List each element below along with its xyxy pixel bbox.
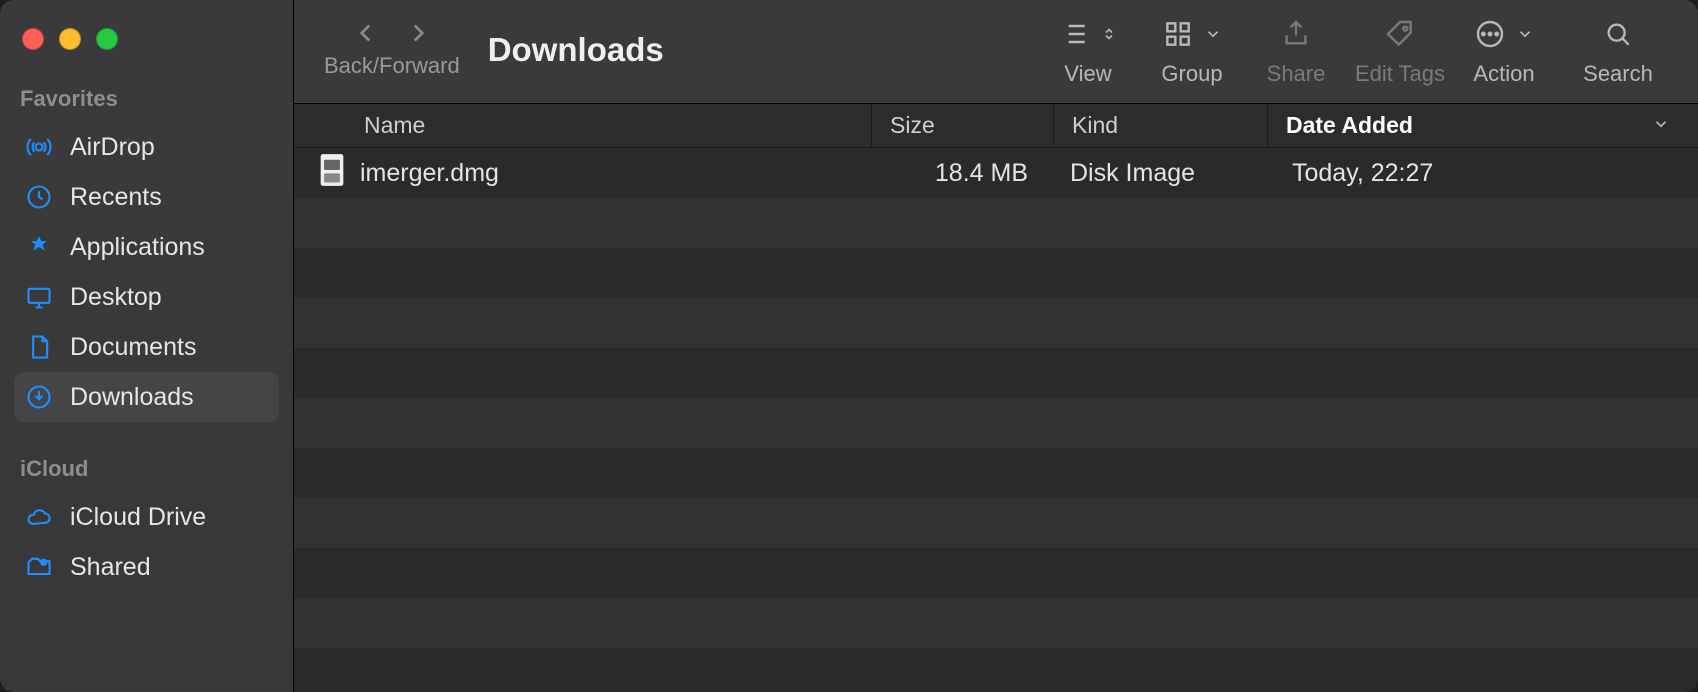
shared-icon (24, 552, 54, 582)
sidebar-item-recents[interactable]: Recents (14, 172, 279, 222)
column-header-label: Name (364, 112, 425, 139)
empty-row (294, 648, 1698, 692)
action-button[interactable]: Action (1454, 8, 1554, 87)
sidebar-section-icloud: iCloud iCloud Drive Shared (14, 448, 279, 592)
sidebar: Favorites AirDrop Recents Applications (0, 0, 294, 692)
group-button[interactable]: Group (1142, 8, 1242, 87)
toolbar: Back/Forward Downloads View Group (294, 0, 1698, 104)
column-header-label: Kind (1072, 112, 1118, 139)
sidebar-item-label: Downloads (70, 383, 194, 412)
group-label: Group (1161, 61, 1222, 87)
grid-icon (1162, 18, 1194, 55)
tag-icon (1384, 18, 1416, 55)
sidebar-item-label: Shared (70, 553, 151, 582)
dmg-file-icon (314, 153, 360, 194)
document-icon (24, 332, 54, 362)
action-label: Action (1473, 61, 1534, 87)
cloud-icon (24, 502, 54, 532)
updown-icon (1100, 25, 1118, 48)
empty-row (294, 298, 1698, 348)
column-header-size[interactable]: Size (872, 104, 1054, 147)
file-list: imerger.dmg 18.4 MB Disk Image Today, 22… (294, 148, 1698, 692)
file-size: 18.4 MB (935, 159, 1028, 188)
forward-button[interactable] (405, 20, 431, 51)
list-view-icon (1058, 18, 1090, 55)
chevron-down-icon (1652, 112, 1670, 139)
sidebar-item-shared[interactable]: Shared (14, 542, 279, 592)
chevron-down-icon (1516, 25, 1534, 48)
empty-row (294, 198, 1698, 248)
sidebar-item-label: Recents (70, 183, 162, 212)
file-name: imerger.dmg (360, 159, 499, 188)
close-window-button[interactable] (22, 28, 44, 50)
main-pane: Back/Forward Downloads View Group (294, 0, 1698, 692)
file-row[interactable]: imerger.dmg 18.4 MB Disk Image Today, 22… (294, 148, 1698, 198)
empty-row (294, 348, 1698, 398)
sidebar-item-documents[interactable]: Documents (14, 322, 279, 372)
sidebar-section-label: iCloud (20, 456, 279, 482)
empty-row (294, 498, 1698, 548)
sidebar-item-label: Desktop (70, 283, 162, 312)
empty-row (294, 248, 1698, 298)
sidebar-item-label: Documents (70, 333, 196, 362)
action-icon (1474, 18, 1506, 55)
sidebar-item-desktop[interactable]: Desktop (14, 272, 279, 322)
column-header-label: Date Added (1286, 112, 1413, 139)
view-label: View (1064, 61, 1111, 87)
search-label: Search (1583, 61, 1653, 87)
sidebar-item-label: AirDrop (70, 133, 155, 162)
edit-tags-button[interactable]: Edit Tags (1350, 8, 1450, 87)
nav-back-forward: Back/Forward (324, 8, 460, 79)
nav-label: Back/Forward (324, 53, 460, 79)
empty-row (294, 398, 1698, 448)
sidebar-item-label: Applications (70, 233, 205, 262)
edit-tags-label: Edit Tags (1355, 61, 1445, 87)
minimize-window-button[interactable] (59, 28, 81, 50)
sidebar-item-airdrop[interactable]: AirDrop (14, 122, 279, 172)
sidebar-item-downloads[interactable]: Downloads (14, 372, 279, 422)
sidebar-section-favorites: Favorites AirDrop Recents Applications (14, 78, 279, 422)
window-title: Downloads (488, 31, 664, 69)
airdrop-icon (24, 132, 54, 162)
clock-icon (24, 182, 54, 212)
fullscreen-window-button[interactable] (96, 28, 118, 50)
desktop-icon (24, 282, 54, 312)
empty-row (294, 548, 1698, 598)
column-header-name[interactable]: Name (294, 104, 872, 147)
share-label: Share (1267, 61, 1326, 87)
back-button[interactable] (353, 20, 379, 51)
file-kind: Disk Image (1070, 159, 1195, 187)
column-header-kind[interactable]: Kind (1054, 104, 1268, 147)
window-controls (22, 28, 279, 50)
sidebar-item-icloud-drive[interactable]: iCloud Drive (14, 492, 279, 542)
chevron-down-icon (1204, 25, 1222, 48)
sidebar-item-label: iCloud Drive (70, 503, 206, 532)
finder-window: Favorites AirDrop Recents Applications (0, 0, 1698, 692)
file-date: Today, 22:27 (1292, 159, 1433, 187)
column-header-label: Size (890, 112, 935, 139)
column-header-row: Name Size Kind Date Added (294, 104, 1698, 148)
view-button[interactable]: View (1038, 8, 1138, 87)
share-icon (1280, 18, 1312, 55)
sidebar-section-label: Favorites (20, 86, 279, 112)
sidebar-item-applications[interactable]: Applications (14, 222, 279, 272)
apps-icon (24, 232, 54, 262)
column-header-date[interactable]: Date Added (1268, 104, 1698, 147)
search-button[interactable]: Search (1558, 8, 1678, 87)
empty-row (294, 448, 1698, 498)
download-icon (24, 382, 54, 412)
empty-row (294, 598, 1698, 648)
share-button[interactable]: Share (1246, 8, 1346, 87)
search-icon (1602, 18, 1634, 55)
